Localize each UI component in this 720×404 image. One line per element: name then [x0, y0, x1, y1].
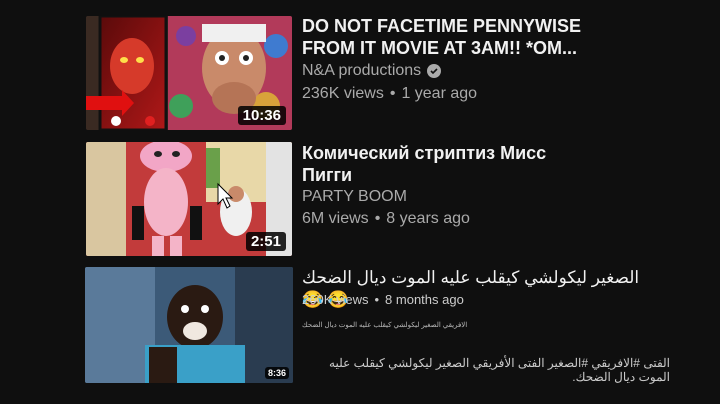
upload-age: 8 years ago	[386, 210, 470, 227]
separator-dot: •	[374, 292, 380, 307]
upload-age: 1 year ago	[401, 85, 478, 102]
video-item[interactable]: 10:36 DO NOT FACETIME PENNYWISE FROM IT …	[0, 0, 720, 140]
video-meta: 6M views • 8 years ago	[302, 210, 470, 228]
video-duration: 2:51	[245, 232, 286, 251]
view-count: 236K views	[302, 85, 384, 102]
channel-name[interactable]: PARTY BOOM	[302, 188, 407, 206]
video-thumbnail[interactable]: 8:36	[85, 267, 293, 383]
channel-name-label: N&A productions	[302, 62, 422, 79]
video-description: الفتى #الافريقي #الصغير الفتى الأفريقي ا…	[329, 356, 670, 384]
video-duration: 10:36	[237, 106, 286, 125]
video-item[interactable]: 8:36 الصغير ليكولشي كيقلب عليه الموت ديا…	[0, 264, 720, 404]
video-thumbnail[interactable]: 10:36	[86, 16, 292, 130]
thumbnail-image	[85, 267, 293, 383]
separator-dot: •	[374, 210, 381, 227]
video-meta: 260K views • 8 months ago	[302, 292, 464, 307]
channel-caption: الافريقي الصغير ليكولشي كيقلب عليه الموت…	[302, 322, 468, 329]
channel-name-label: PARTY BOOM	[302, 188, 407, 205]
video-meta: 236K views • 1 year ago	[302, 85, 477, 103]
video-title[interactable]: DO NOT FACETIME PENNYWISE FROM IT MOVIE …	[302, 15, 592, 59]
view-count: 260K views	[302, 292, 369, 307]
channel-name[interactable]: N&A productions	[302, 62, 442, 80]
video-title[interactable]: Комический стриптиз Мисс Пигги	[302, 142, 562, 186]
view-count: 6M views	[302, 210, 369, 227]
verified-badge-icon	[427, 64, 442, 78]
upload-age: 8 months ago	[385, 292, 464, 307]
video-item[interactable]: 2:51 Комический стриптиз Мисс Пигги PART…	[0, 140, 720, 264]
separator-dot: •	[389, 85, 396, 102]
video-thumbnail[interactable]: 2:51	[86, 142, 292, 256]
video-duration: 8:36	[264, 367, 289, 379]
